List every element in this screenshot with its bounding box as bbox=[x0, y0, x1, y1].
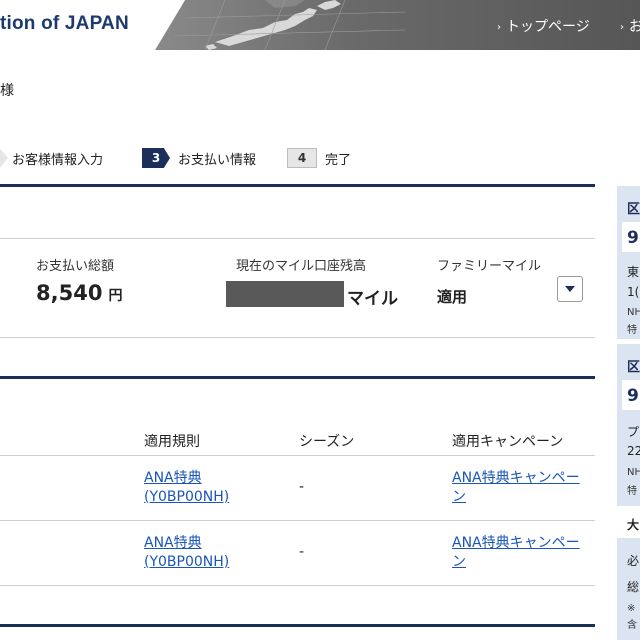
total-payment-value: 8,540 円 bbox=[36, 281, 123, 305]
panel-line: 総 bbox=[627, 580, 640, 594]
campaign-link[interactable]: ANA特典キャンペー ン bbox=[452, 534, 580, 572]
chevron-right-icon: › bbox=[620, 22, 624, 33]
panel-line: ※ bbox=[627, 603, 636, 614]
divider-line bbox=[0, 238, 595, 239]
fare-rule-link[interactable]: ANA特典 (Y0BP00NH) bbox=[144, 534, 229, 572]
site-header: tion of JAPAN › トップページ › お bbox=[0, 0, 640, 50]
step-customer-info: お客様情報入力 bbox=[0, 146, 103, 170]
column-header-campaign: 適用キャンペーン bbox=[452, 434, 564, 450]
section-divider bbox=[0, 624, 595, 627]
panel-line: プ bbox=[627, 425, 640, 439]
divider-line bbox=[0, 585, 595, 586]
family-mile-value: 適用 bbox=[437, 288, 468, 306]
panel-line: 1( bbox=[627, 285, 640, 299]
step-payment-info: 3 お支払い情報 bbox=[142, 146, 256, 170]
redacted-mile-balance bbox=[226, 281, 344, 307]
mile-balance-label: 現在のマイル口座残高 bbox=[236, 259, 367, 274]
panel-line: NH bbox=[627, 307, 640, 318]
panel-line: 必 bbox=[627, 554, 640, 568]
step-complete: 4 完了 bbox=[287, 146, 351, 170]
panel-line: 特 bbox=[627, 325, 637, 336]
family-mile-label: ファミリーマイル bbox=[437, 259, 542, 274]
panel-line: 含 bbox=[627, 620, 637, 631]
divider-line bbox=[0, 520, 595, 521]
booking-steps: お客様情報入力 3 お支払い情報 4 完了 bbox=[0, 146, 600, 170]
season-value: - bbox=[299, 544, 305, 560]
panel-section-title: 区 bbox=[627, 360, 640, 375]
section-divider bbox=[0, 376, 595, 379]
brand-logo-text[interactable]: tion of JAPAN bbox=[0, 13, 129, 35]
panel-line: 東 bbox=[627, 265, 640, 279]
season-value: - bbox=[299, 479, 305, 495]
panel-line: NH bbox=[627, 467, 640, 478]
nav-top-page-link[interactable]: › トップページ bbox=[497, 16, 590, 36]
column-header-season: シーズン bbox=[299, 434, 355, 450]
column-header-rule: 適用規則 bbox=[144, 434, 200, 450]
chevron-down-icon bbox=[565, 286, 575, 292]
panel-line: 22 bbox=[627, 444, 640, 458]
campaign-link[interactable]: ANA特典キャンペー ン bbox=[452, 469, 580, 507]
panel-value: 9 bbox=[627, 228, 639, 248]
section-divider bbox=[0, 184, 595, 187]
step-number-badge: 4 bbox=[287, 148, 317, 168]
panel-line: 大 bbox=[627, 518, 640, 532]
customer-name-suffix: 様 bbox=[0, 83, 14, 99]
family-mile-expand-button[interactable] bbox=[557, 276, 583, 302]
mile-unit: マイル bbox=[347, 289, 398, 309]
chevron-right-icon: › bbox=[497, 22, 501, 33]
divider-line bbox=[0, 455, 595, 456]
divider-line bbox=[0, 337, 595, 338]
panel-line: 特 bbox=[627, 486, 637, 497]
panel-section-title: 区 bbox=[627, 202, 640, 217]
step-number-badge: 3 bbox=[142, 148, 170, 168]
panel-value: 9 bbox=[627, 386, 639, 406]
total-payment-label: お支払い総額 bbox=[36, 259, 115, 274]
step-chevron-shape bbox=[0, 148, 8, 168]
fare-rule-link[interactable]: ANA特典 (Y0BP00NH) bbox=[144, 469, 229, 507]
nav-link-truncated[interactable]: › お bbox=[620, 16, 640, 36]
